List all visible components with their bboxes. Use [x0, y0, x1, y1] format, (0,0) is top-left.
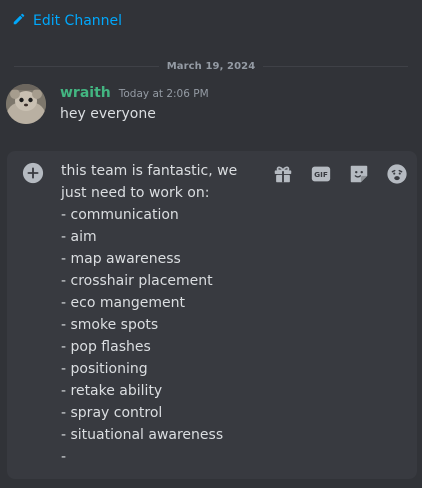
timestamp: Today at 2:06 PM [118, 88, 209, 100]
message-input[interactable]: this team is fantastic, we just need to w… [61, 160, 251, 468]
draft-line: just need to work on: [61, 185, 210, 201]
sticker-button[interactable] [347, 162, 371, 186]
emoji-button[interactable] [385, 162, 409, 186]
message-header: wraith Today at 2:06 PM [60, 85, 209, 101]
composer-tools: GIF [271, 162, 409, 186]
divider-line-right [263, 66, 408, 67]
chat-view: Edit Channel March 19, 2024 wraith Today… [0, 0, 422, 488]
edit-channel-label: Edit Channel [33, 13, 123, 29]
pencil-icon [12, 12, 26, 30]
edit-channel-link[interactable]: Edit Channel [12, 12, 122, 30]
draft-line: this team is fantastic, we [61, 163, 238, 179]
sticker-icon [350, 165, 368, 183]
gif-button[interactable]: GIF [309, 162, 333, 186]
draft-line: - smoke spots [61, 317, 159, 333]
draft-line: - crosshair placement [61, 273, 213, 289]
draft-line: - communication [61, 207, 179, 223]
draft-line: - positioning [61, 361, 148, 377]
message-content: hey everyone [60, 106, 156, 122]
draft-line: - spray control [61, 405, 163, 421]
draft-line: - pop flashes [61, 339, 151, 355]
date-divider: March 19, 2024 [14, 61, 408, 72]
avatar[interactable] [6, 84, 46, 124]
plus-circle-icon [22, 162, 44, 184]
draft-line: - aim [61, 229, 97, 245]
emoji-icon [387, 164, 407, 184]
username[interactable]: wraith [60, 85, 111, 101]
gift-icon [274, 166, 292, 183]
message-composer[interactable]: this team is fantastic, we just need to w… [7, 151, 417, 479]
divider-date: March 19, 2024 [166, 61, 256, 72]
gift-button[interactable] [271, 162, 295, 186]
gif-label: GIF [314, 170, 328, 179]
gif-icon: GIF [311, 166, 331, 182]
draft-line: - situational awareness [61, 427, 224, 443]
divider-line-left [14, 66, 159, 67]
draft-line: - map awareness [61, 251, 181, 267]
draft-line: - eco mangement [61, 295, 186, 311]
draft-line: - retake ability [61, 383, 163, 399]
add-attachment-button[interactable] [22, 162, 44, 184]
draft-line: - [61, 449, 67, 465]
